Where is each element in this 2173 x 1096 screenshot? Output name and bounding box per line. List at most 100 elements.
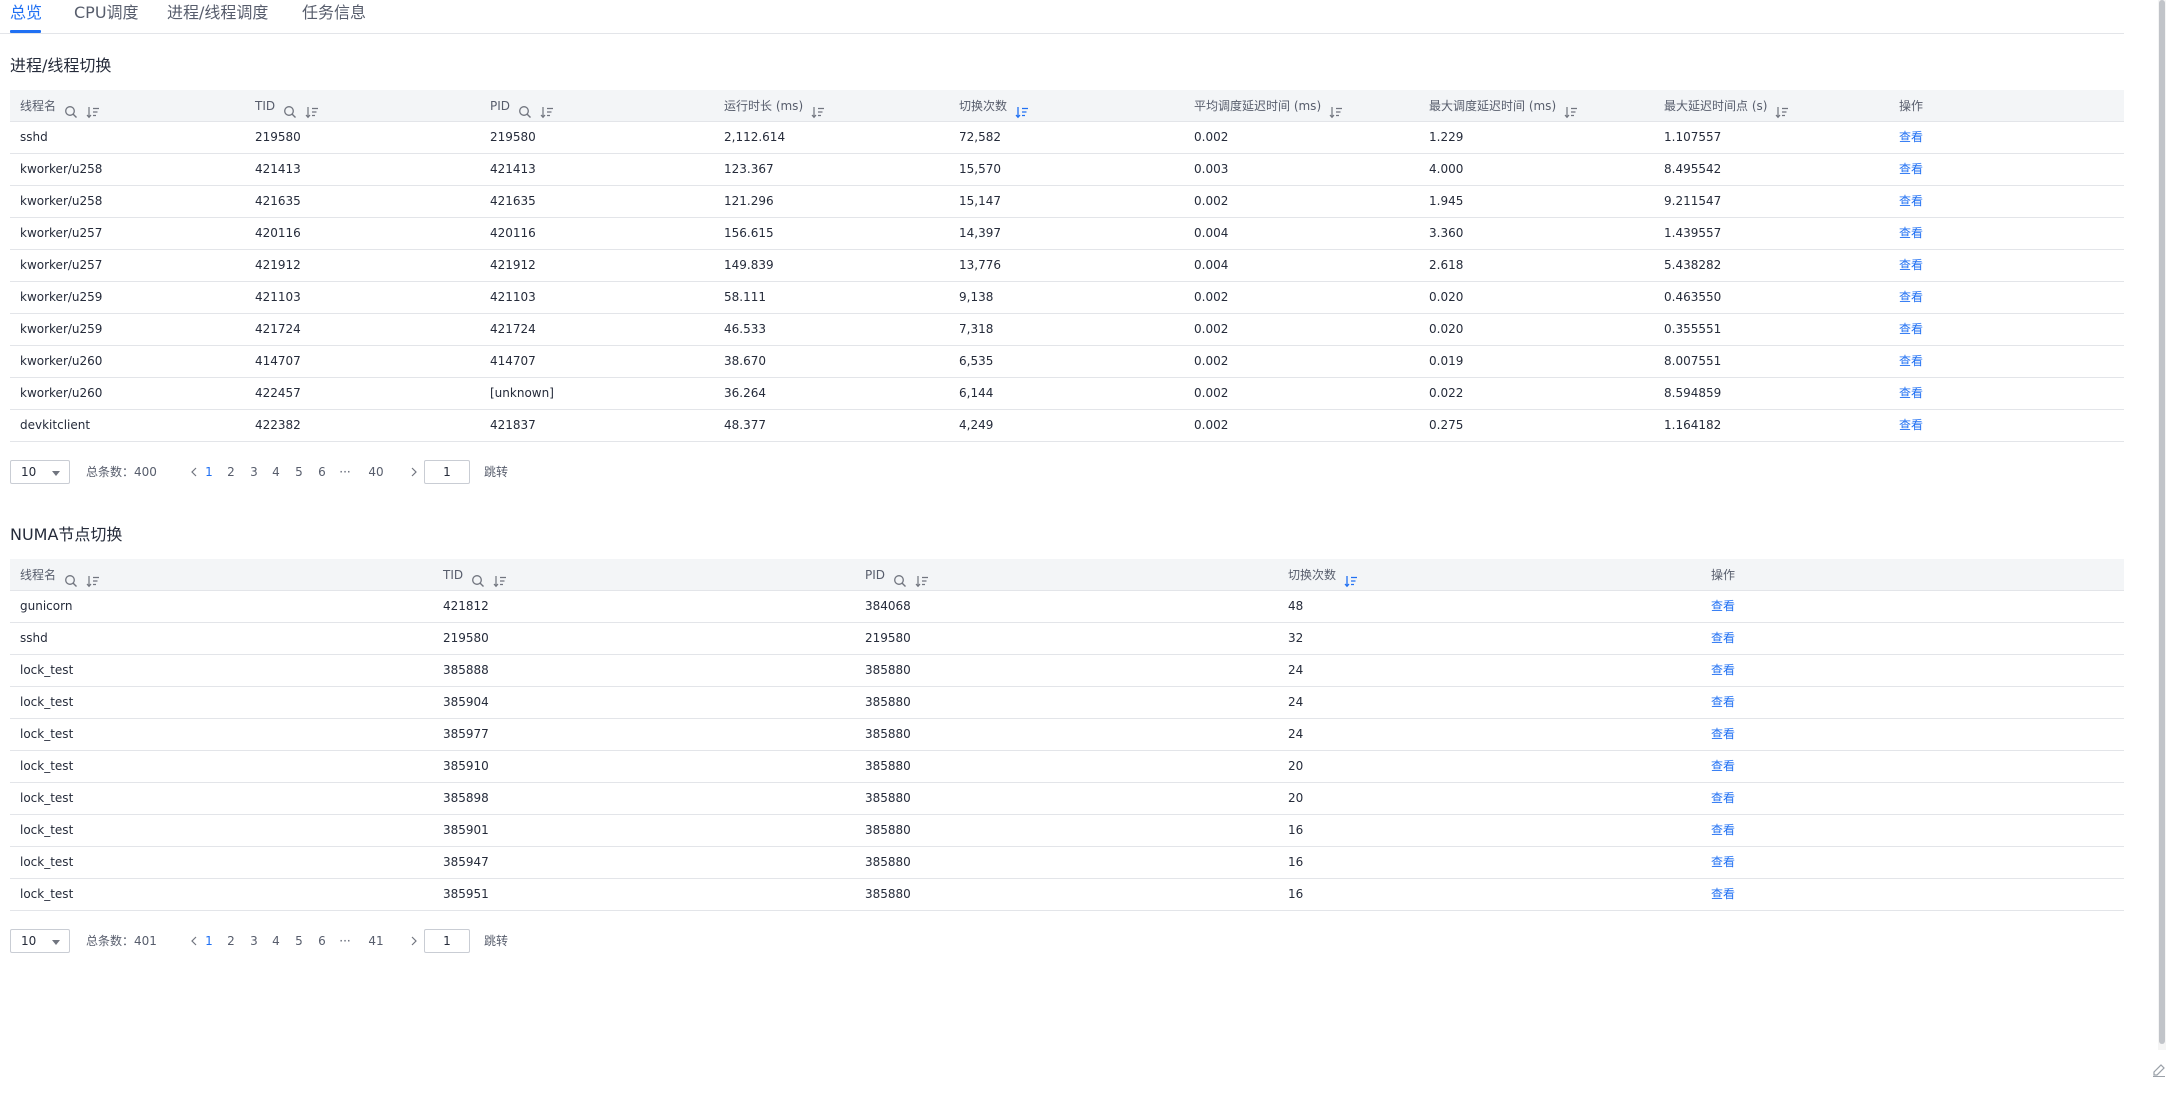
cell-thread-name: gunicorn — [20, 599, 73, 613]
page-ellipsis[interactable]: ··· — [337, 929, 353, 953]
cell-runtime: 149.839 — [724, 258, 774, 272]
caret-down-icon — [52, 471, 60, 476]
search-icon[interactable] — [893, 568, 907, 587]
section-title-switch: 进程/线程切换 — [10, 56, 112, 75]
cell-avg-delay: 0.002 — [1194, 194, 1229, 208]
view-link[interactable]: 查看 — [1889, 282, 1923, 313]
chevron-right-icon[interactable] — [406, 465, 422, 482]
cell-thread-name: lock_test — [20, 791, 74, 805]
column-header-label: 操作 — [1711, 568, 1736, 582]
search-icon[interactable] — [64, 568, 78, 587]
table-row: kworker/u258 421413 421413 123.367 15,570 0.0… — [10, 154, 2124, 186]
jump-page-input[interactable] — [424, 929, 470, 953]
tab-overview[interactable]: 总览 — [10, 3, 42, 23]
cell-thread-name: lock_test — [20, 663, 74, 677]
numa-pagination: 10 总条数：401 123456 ··· 41 跳转 — [10, 929, 610, 953]
page-number[interactable]: 41 — [364, 929, 388, 953]
search-icon[interactable] — [518, 99, 532, 118]
page-size-select[interactable]: 10 — [10, 460, 70, 484]
view-link[interactable]: 查看 — [1701, 591, 1735, 622]
table-row: sshd 219580 219580 2,112.614 72,582 0.002 1.22… — [10, 122, 2124, 154]
view-link[interactable]: 查看 — [1701, 815, 1735, 846]
chevron-left-icon[interactable] — [186, 465, 202, 482]
view-link[interactable]: 查看 — [1889, 186, 1923, 217]
page-number[interactable]: 3 — [246, 929, 262, 953]
jump-button[interactable]: 跳转 — [484, 460, 508, 484]
view-link[interactable]: 查看 — [1889, 346, 1923, 377]
sort-icon[interactable] — [86, 568, 100, 587]
cell-max-delay-time: 8.007551 — [1664, 354, 1722, 368]
page-number[interactable]: 2 — [223, 460, 239, 484]
cell-thread-name: lock_test — [20, 727, 74, 741]
page-number[interactable]: 1 — [201, 929, 217, 953]
chevron-right-icon[interactable] — [406, 934, 422, 951]
view-link[interactable]: 查看 — [1701, 879, 1735, 910]
view-link[interactable]: 查看 — [1889, 378, 1923, 409]
jump-button[interactable]: 跳转 — [484, 929, 508, 953]
view-link[interactable]: 查看 — [1701, 655, 1735, 686]
view-link[interactable]: 查看 — [1889, 122, 1923, 153]
page-ellipsis[interactable]: ··· — [337, 460, 353, 484]
cell-max-delay: 3.360 — [1429, 226, 1464, 240]
sort-desc-active-icon[interactable] — [1015, 99, 1029, 118]
cell-pid: 420116 — [490, 226, 536, 240]
page-number[interactable]: 3 — [246, 460, 262, 484]
jump-page-input[interactable] — [424, 460, 470, 484]
view-link[interactable]: 查看 — [1701, 623, 1735, 654]
page-number[interactable]: 2 — [223, 929, 239, 953]
page-number[interactable]: 6 — [314, 460, 330, 484]
page-number[interactable]: 5 — [291, 460, 307, 484]
column-header-label: TID — [443, 568, 464, 582]
page-number[interactable]: 5 — [291, 929, 307, 953]
view-link[interactable]: 查看 — [1701, 687, 1735, 718]
cell-thread-name: kworker/u258 — [20, 162, 103, 176]
tab-process-thread-scheduling[interactable]: 进程/线程调度 — [167, 3, 268, 23]
table-row: lock_test 385888 385880 24 查看 — [10, 655, 2124, 687]
page-number[interactable]: 1 — [201, 460, 217, 484]
cell-switch-count: 14,397 — [959, 226, 1001, 240]
page-number[interactable]: 40 — [364, 460, 388, 484]
edit-icon[interactable] — [2151, 1062, 2167, 1078]
sort-icon[interactable] — [811, 99, 825, 118]
tab-task-info[interactable]: 任务信息 — [302, 3, 366, 23]
sort-icon[interactable] — [1564, 99, 1578, 118]
cell-pid: 385880 — [865, 823, 911, 837]
cell-runtime: 48.377 — [724, 418, 766, 432]
sort-icon[interactable] — [305, 99, 319, 118]
search-icon[interactable] — [64, 99, 78, 118]
sort-icon[interactable] — [86, 99, 100, 118]
cell-pid: 385880 — [865, 663, 911, 677]
column-header-switch-count: 切换次数 — [1278, 559, 1358, 591]
switch-table: 线程名 TID PID 运行时长 (ms) 切换次数 平均调度延迟时间 (ms) 最大调度延… — [10, 90, 2124, 444]
cell-avg-delay: 0.004 — [1194, 258, 1229, 272]
chevron-left-icon[interactable] — [186, 934, 202, 951]
view-link[interactable]: 查看 — [1889, 410, 1923, 441]
view-link[interactable]: 查看 — [1889, 154, 1923, 185]
column-header-label: 线程名 — [20, 99, 57, 113]
view-link[interactable]: 查看 — [1889, 218, 1923, 249]
cell-avg-delay: 0.003 — [1194, 162, 1229, 176]
page-number[interactable]: 4 — [268, 929, 284, 953]
search-icon[interactable] — [471, 568, 485, 587]
tab-cpu-scheduling[interactable]: CPU调度 — [74, 3, 139, 23]
view-link[interactable]: 查看 — [1701, 783, 1735, 814]
sort-icon[interactable] — [493, 568, 507, 587]
cell-thread-name: kworker/u260 — [20, 386, 103, 400]
view-link[interactable]: 查看 — [1889, 314, 1923, 345]
sort-icon[interactable] — [1775, 99, 1789, 118]
sort-desc-active-icon[interactable] — [1344, 568, 1358, 587]
sort-icon[interactable] — [915, 568, 929, 587]
page-number[interactable]: 6 — [314, 929, 330, 953]
sort-icon[interactable] — [1329, 99, 1343, 118]
page-size-select[interactable]: 10 — [10, 929, 70, 953]
sort-icon[interactable] — [540, 99, 554, 118]
view-link[interactable]: 查看 — [1701, 847, 1735, 878]
view-link[interactable]: 查看 — [1701, 751, 1735, 782]
view-link[interactable]: 查看 — [1701, 719, 1735, 750]
view-link[interactable]: 查看 — [1889, 250, 1923, 281]
total-count: 总条数：400 — [86, 465, 157, 479]
vertical-scrollbar-thumb[interactable] — [2159, 0, 2165, 1044]
page-number[interactable]: 4 — [268, 460, 284, 484]
search-icon[interactable] — [283, 99, 297, 118]
column-header-pid: PID — [480, 90, 554, 122]
